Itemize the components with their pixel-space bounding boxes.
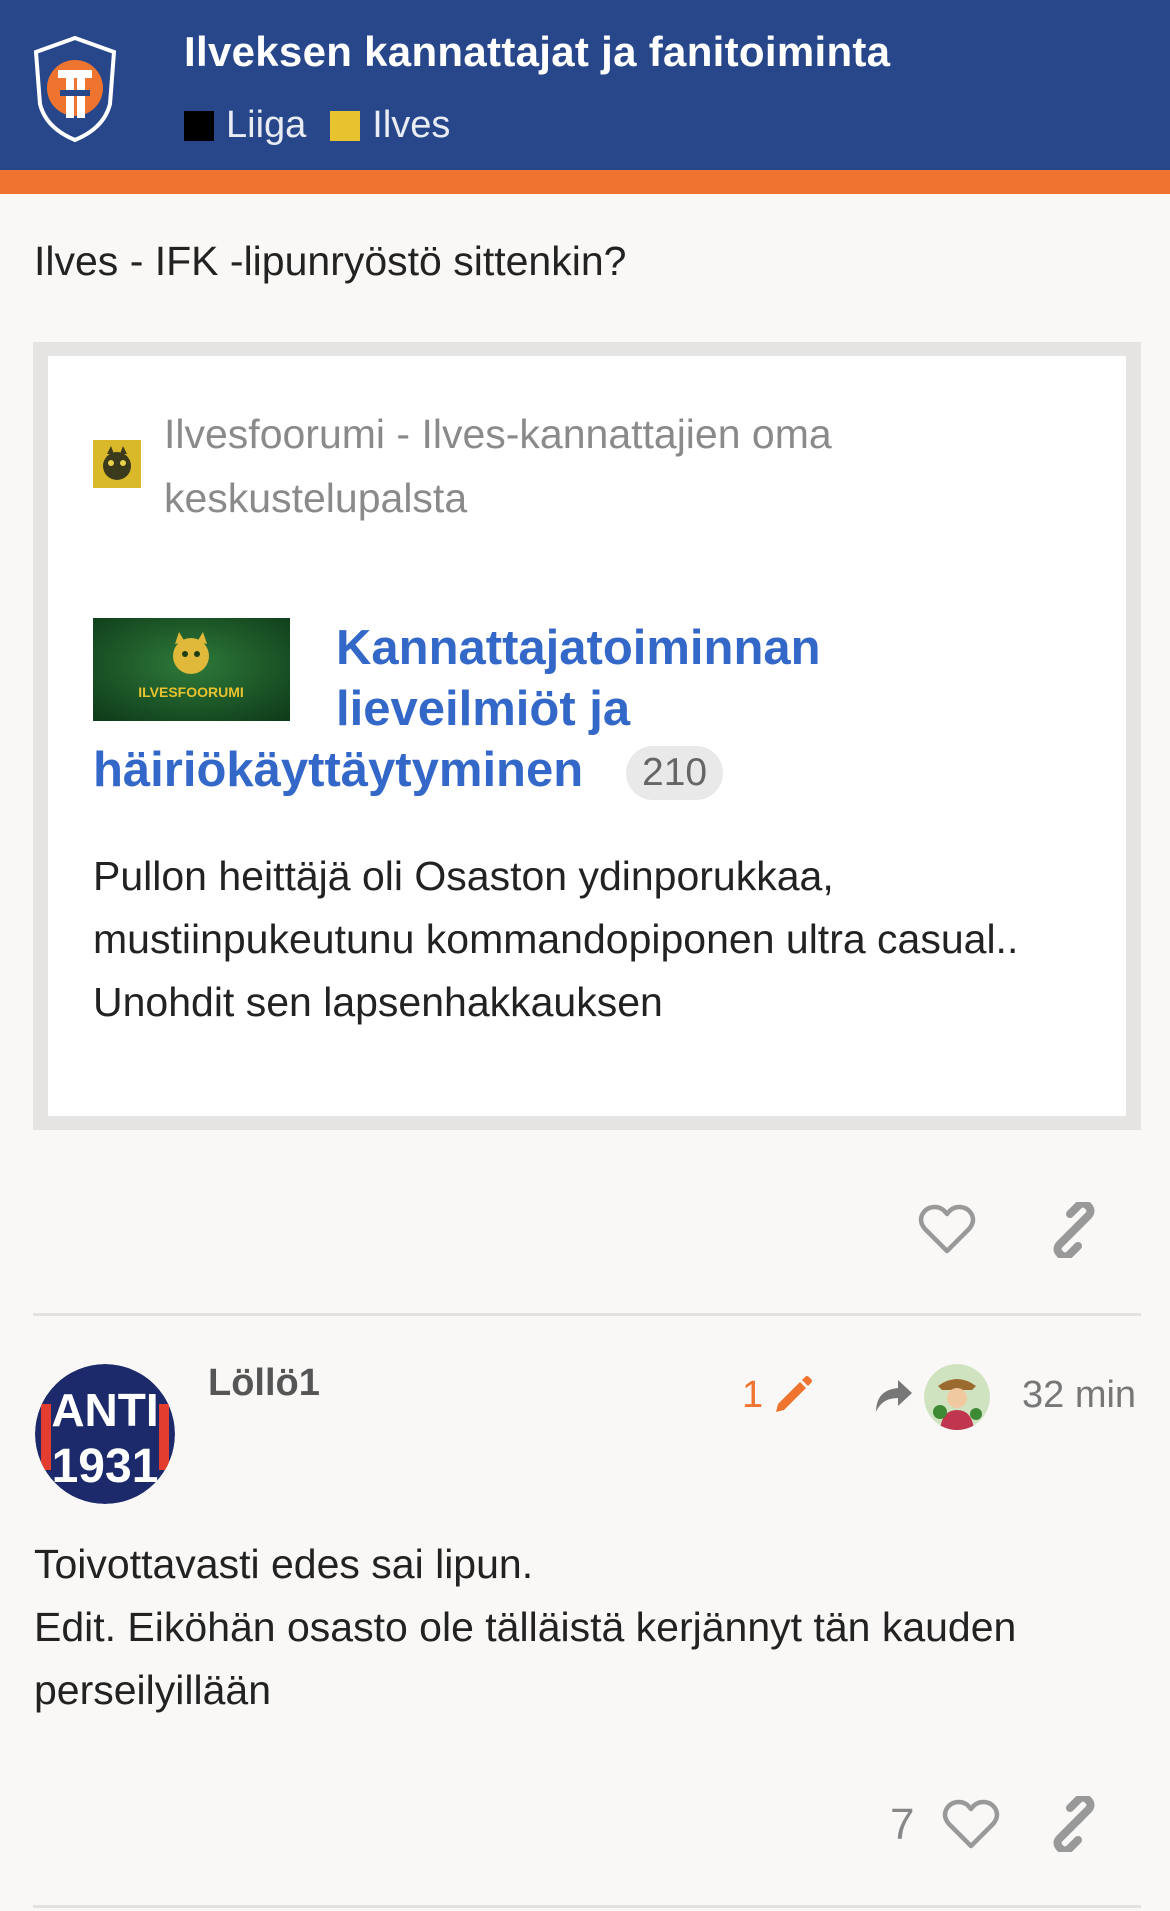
like-count[interactable]: 7 <box>890 1800 914 1850</box>
header-accent-stripe <box>0 170 1170 194</box>
post-timestamp[interactable]: 32 min <box>1022 1374 1136 1417</box>
ilvesfoorumi-favicon <box>93 440 141 488</box>
post-body-line: Edit. Eiköhän osasto ole tälläistä kerjä… <box>34 1604 1017 1713</box>
post-divider <box>33 1905 1141 1908</box>
link-preview-source[interactable]: Ilvesfoorumi - Ilves-kannattajien oma ke… <box>164 402 964 530</box>
link-preview-title-line[interactable]: häiriökäyttäytyminen <box>93 742 583 798</box>
pencil-icon[interactable] <box>772 1374 814 1416</box>
category-list: Liiga Ilves <box>184 104 474 147</box>
post-body: Toivottavasti edes sai lipun. Edit. Eikö… <box>34 1533 1144 1722</box>
avatar-text: ANTI <box>51 1384 158 1436</box>
reply-to-avatar[interactable] <box>924 1364 990 1430</box>
link-preview-excerpt: Pullon heittäjä oli Osaston ydinporukkaa… <box>93 853 1019 1025</box>
thumbnail-label: ILVESFOORUMI <box>138 684 244 700</box>
edit-count[interactable]: 1 <box>742 1374 763 1417</box>
category-liiga[interactable]: Liiga <box>184 104 306 147</box>
category-label: Ilves <box>372 104 451 146</box>
topic-title[interactable]: Ilveksen kannattajat ja fanitoiminta <box>184 28 890 76</box>
post-divider <box>33 1313 1141 1316</box>
category-color-swatch <box>184 110 214 141</box>
post-body-line: Toivottavasti edes sai lipun. <box>34 1541 534 1587</box>
share-link-icon[interactable] <box>1046 1796 1102 1852</box>
like-heart-icon[interactable] <box>942 1798 1000 1850</box>
avatar-text: 1931 <box>52 1440 159 1493</box>
ilves-logo[interactable] <box>30 34 120 144</box>
link-preview-title-line[interactable]: Kannattajatoiminnan <box>336 620 821 676</box>
reply-count-badge: 210 <box>626 746 724 800</box>
link-preview-title-line[interactable]: lieveilmiöt ja <box>336 681 630 737</box>
reply-arrow-icon[interactable] <box>872 1378 914 1414</box>
user-avatar[interactable]: ANTI 1931 <box>35 1364 175 1504</box>
category-color-swatch <box>330 110 361 141</box>
category-label: Liiga <box>226 104 307 146</box>
topic-header: Ilveksen kannattajat ja fanitoiminta Lii… <box>0 0 1170 170</box>
category-ilves[interactable]: Ilves <box>330 104 450 147</box>
like-heart-icon[interactable] <box>918 1203 976 1255</box>
share-link-icon[interactable] <box>1046 1202 1102 1258</box>
post-body: Ilves - IFK -lipunryöstö sittenkin? <box>34 238 627 284</box>
ilvesfoorumi-thumbnail[interactable]: ILVESFOORUMI <box>93 618 290 721</box>
post-username[interactable]: Löllö1 <box>208 1362 320 1405</box>
